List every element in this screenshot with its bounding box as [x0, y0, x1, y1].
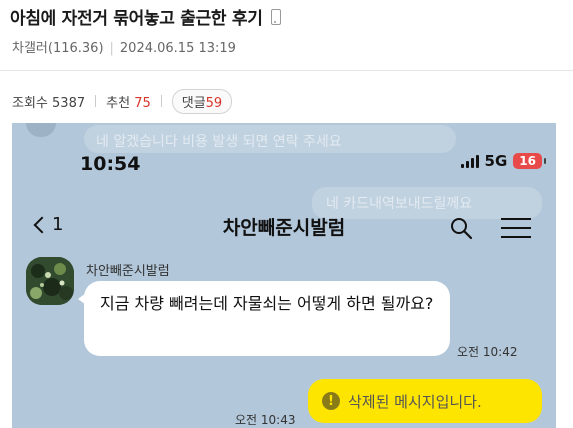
- phone-icon: [270, 8, 281, 25]
- stat-separator: [160, 95, 162, 107]
- chat-room-title: 차안빼준시발럼: [222, 217, 346, 239]
- battery-level: 16: [519, 154, 536, 168]
- comments-count: 59: [205, 95, 223, 111]
- signal-icon: [460, 154, 479, 168]
- avatar[interactable]: [26, 257, 74, 305]
- header-divider: [0, 70, 573, 71]
- likes-label: 추천: [106, 95, 131, 111]
- network-type: 5G: [484, 152, 508, 170]
- avatar-image: [26, 257, 74, 305]
- status-time: 10:54: [80, 153, 141, 175]
- outgoing-message-time: 오전 10:43: [235, 413, 296, 427]
- stat-separator: [95, 95, 97, 107]
- views-stat: 조회수 5387: [12, 92, 85, 111]
- post-title-text[interactable]: 아침에 자전거 묶어놓고 출근한 후기: [10, 4, 263, 29]
- comments-label: 댓글: [181, 95, 206, 111]
- chat-screenshot: 네 알겠습니다 비용 발생 되면 연락 주세요 네 카드내역보내드릴께요 10:…: [12, 123, 556, 428]
- incoming-message-bubble[interactable]: 지금 차량 빼려는데 자물쇠는 어떻게 하면 될까요?: [78, 281, 450, 356]
- ghost-avatar: [26, 123, 56, 137]
- status-bar: 5G 16: [460, 152, 546, 170]
- incoming-message-text: 지금 차량 빼려는데 자물쇠는 어떻게 하면 될까요?: [100, 294, 434, 313]
- post-title[interactable]: 아침에 자전거 묶어놓고 출근한 후기: [10, 4, 281, 29]
- likes-stat: 추천 75: [106, 92, 151, 111]
- deleted-message-text: 삭제된 메시지입니다.: [348, 392, 482, 411]
- ghost-text: 네 알겠습니다 비용 발생 되면 연락 주세요: [96, 134, 342, 150]
- views-label: 조회수: [12, 95, 48, 111]
- comments-button[interactable]: 댓글59: [171, 88, 233, 114]
- incoming-message-time: 오전 10:42: [457, 345, 518, 359]
- author[interactable]: 차갤러(116.36): [12, 41, 104, 56]
- ghost-text: 네 카드내역보내드릴께요: [326, 196, 473, 212]
- search-icon[interactable]: [449, 216, 473, 240]
- warning-icon: !: [322, 392, 340, 410]
- views-count: 5387: [52, 95, 86, 111]
- post-meta: 차갤러(116.36) | 2024.06.15 13:19: [12, 37, 236, 56]
- meta-separator: |: [109, 41, 114, 56]
- post-header: 아침에 자전거 묶어놓고 출근한 후기 차갤러(116.36) | 2024.06.…: [0, 0, 573, 70]
- deleted-message-bubble[interactable]: ! 삭제된 메시지입니다.: [308, 379, 542, 423]
- post-stats: 조회수 5387 추천 75 댓글59: [12, 88, 233, 114]
- menu-icon[interactable]: [501, 218, 531, 238]
- likes-count: 75: [134, 95, 151, 111]
- post-date: 2024.06.15 13:19: [119, 41, 236, 56]
- battery-icon: 16: [513, 153, 546, 169]
- sender-name: 차안빼준시발럼: [86, 264, 170, 279]
